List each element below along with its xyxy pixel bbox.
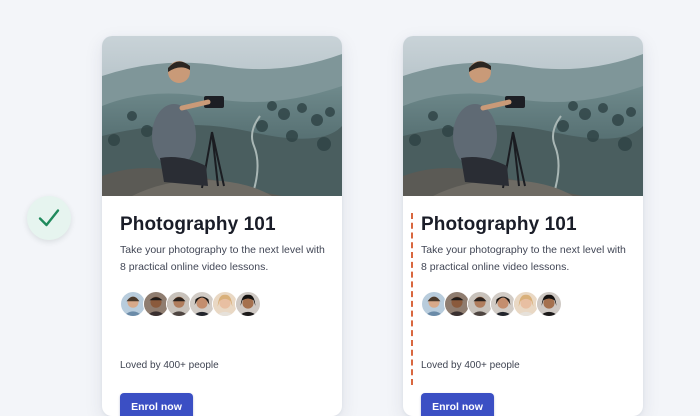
course-description: Take your photography to the next level …	[120, 244, 325, 273]
card-body: Photography 101 Take your photography to…	[102, 196, 342, 416]
checkmark-icon	[38, 209, 60, 227]
course-hero-image	[403, 36, 643, 196]
alignment-guide-line	[411, 213, 413, 385]
card-body: Photography 101 Take your photography to…	[403, 196, 643, 416]
course-title: Photography 101	[120, 214, 276, 235]
course-title: Photography 101	[421, 214, 577, 235]
course-description: Take your photography to the next level …	[421, 244, 626, 273]
course-hero-image	[102, 36, 342, 196]
social-proof-text: Loved by 400+ people	[120, 360, 219, 371]
enrol-now-button[interactable]: Enrol now	[120, 393, 193, 416]
avatar	[235, 291, 261, 317]
course-card-right: Photography 101 Take your photography to…	[403, 36, 643, 416]
course-card-left: Photography 101 Take your photography to…	[102, 36, 342, 416]
checkmark-badge	[27, 196, 71, 240]
enrol-now-button[interactable]: Enrol now	[421, 393, 494, 416]
avatar	[536, 291, 562, 317]
social-proof-text: Loved by 400+ people	[421, 360, 520, 371]
